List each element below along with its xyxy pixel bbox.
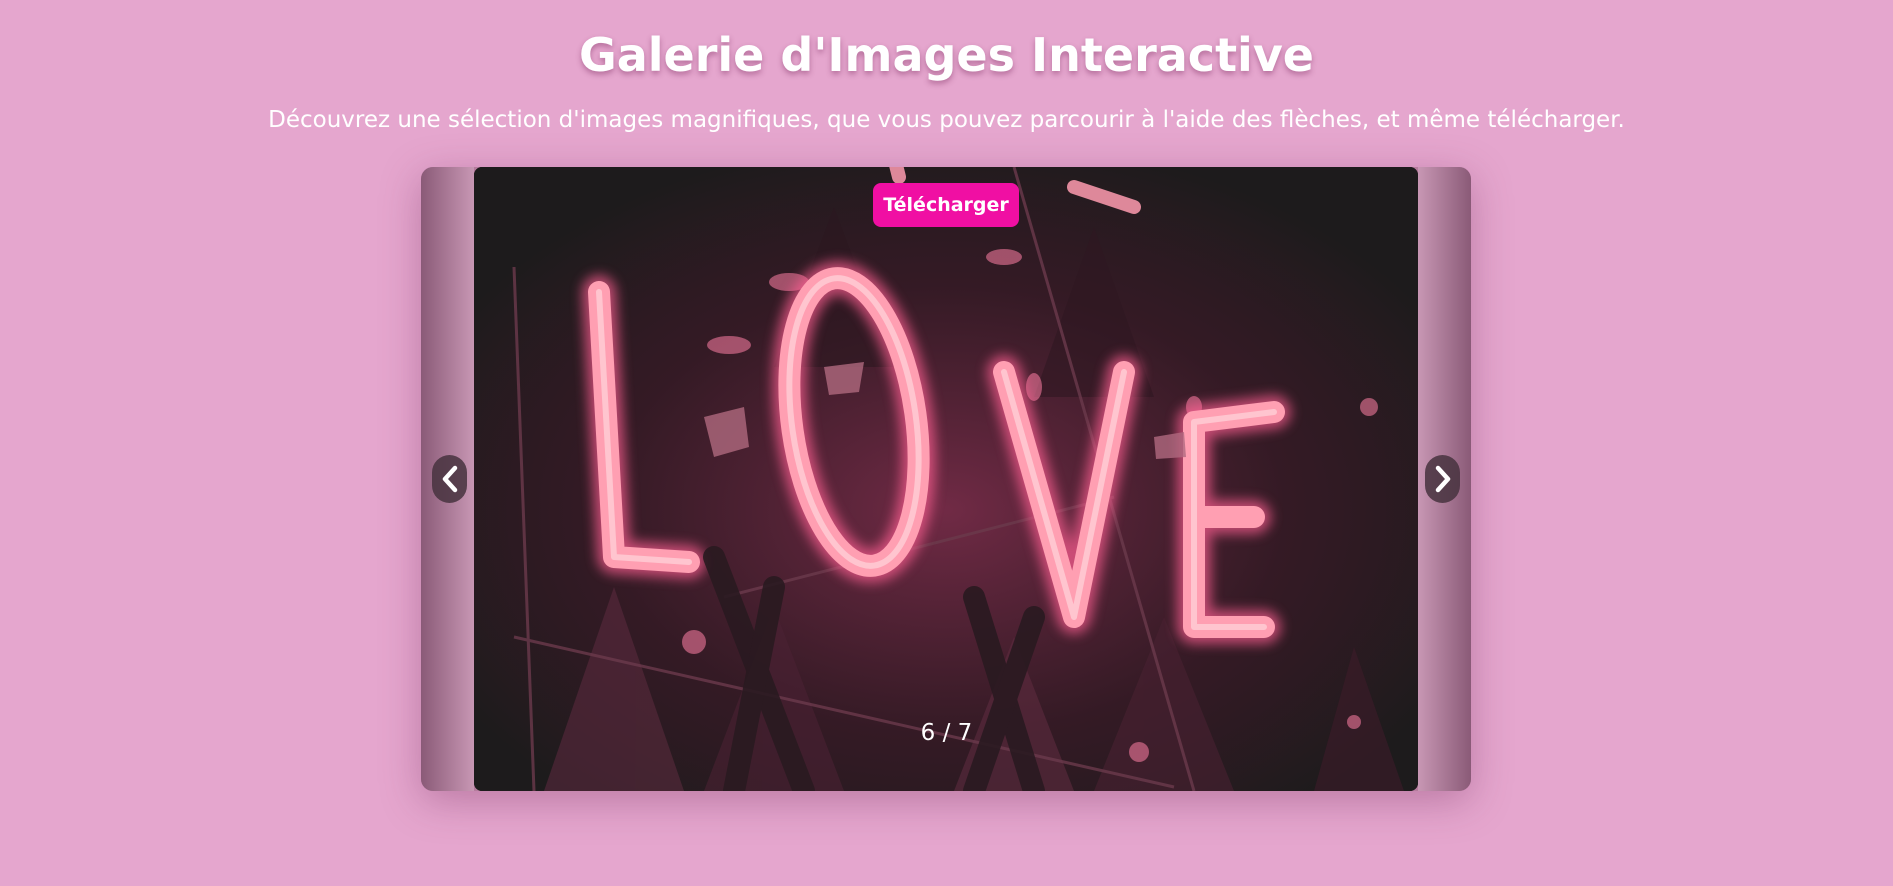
next-image-button[interactable] <box>1425 455 1460 503</box>
chevron-right-icon <box>1435 465 1450 493</box>
page-subtitle: Découvrez une sélection d'images magnifi… <box>268 107 1625 133</box>
chevron-left-icon <box>442 465 457 493</box>
download-button[interactable]: Télécharger <box>873 183 1019 227</box>
image-gallery <box>421 167 1471 791</box>
gallery-image-love-neon <box>474 167 1418 791</box>
previous-image-button[interactable] <box>432 455 467 503</box>
page-title: Galerie d'Images Interactive <box>578 28 1315 82</box>
image-counter: 6 / 7 <box>920 720 973 746</box>
neon-love-illustration <box>474 167 1418 791</box>
